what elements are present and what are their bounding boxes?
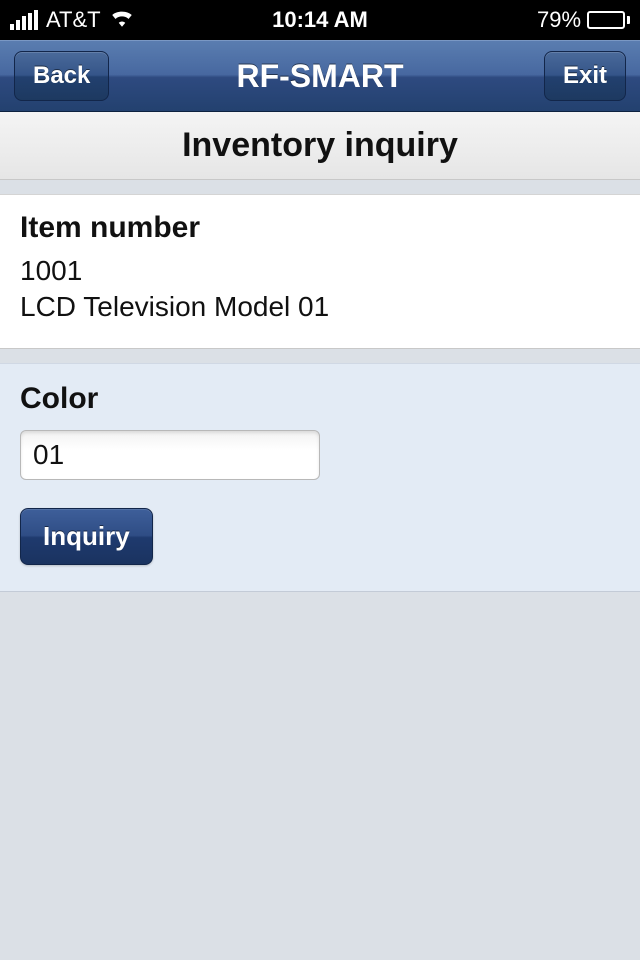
status-right: 79% (423, 7, 630, 33)
color-section: Color Inquiry (0, 363, 640, 592)
color-label: Color (20, 382, 620, 416)
back-button[interactable]: Back (14, 51, 109, 101)
wifi-icon (109, 7, 135, 33)
exit-button[interactable]: Exit (544, 51, 626, 101)
inquiry-button[interactable]: Inquiry (20, 508, 153, 565)
nav-bar: Back RF-SMART Exit (0, 40, 640, 112)
status-time: 10:14 AM (217, 7, 424, 33)
battery-percent: 79% (537, 7, 581, 33)
status-left: AT&T (10, 7, 217, 33)
carrier-label: AT&T (46, 7, 101, 33)
battery-icon (587, 11, 630, 29)
color-input[interactable] (20, 430, 320, 480)
item-description: LCD Television Model 01 (20, 289, 620, 325)
item-number-label: Item number (20, 211, 620, 245)
item-section: Item number 1001 LCD Television Model 01 (0, 194, 640, 349)
signal-icon (10, 10, 38, 30)
page-title: Inventory inquiry (0, 126, 640, 165)
page-header: Inventory inquiry (0, 112, 640, 180)
status-bar: AT&T 10:14 AM 79% (0, 0, 640, 40)
item-number-value: 1001 (20, 253, 620, 289)
